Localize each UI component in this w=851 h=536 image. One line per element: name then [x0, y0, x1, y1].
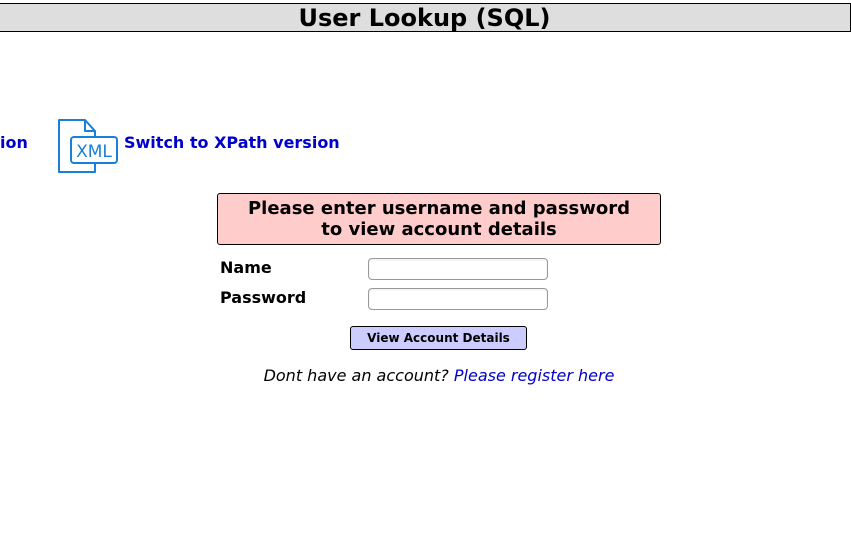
view-account-details-button[interactable]: View Account Details: [350, 326, 527, 350]
register-link[interactable]: Please register here: [454, 366, 615, 385]
password-label: Password: [220, 288, 307, 307]
instruction-line-1: Please enter username and password: [247, 198, 631, 219]
name-input[interactable]: [368, 258, 548, 280]
instruction-message: Please enter username and password to vi…: [217, 193, 661, 245]
password-input[interactable]: [368, 288, 548, 310]
instruction-line-2: to view account details: [321, 219, 557, 240]
switch-to-xpath-link[interactable]: Switch to XPath version: [124, 133, 340, 152]
name-label: Name: [220, 258, 272, 277]
register-prompt-line: Dont have an account? Please register he…: [0, 366, 851, 385]
switch-version-link-partial[interactable]: ion: [0, 133, 28, 152]
xml-icon-label: XML: [76, 142, 112, 162]
page-title-bar: User Lookup (SQL): [0, 3, 851, 32]
register-prompt-text: Dont have an account?: [263, 366, 449, 385]
xml-file-icon[interactable]: XML: [57, 118, 119, 174]
page-title: User Lookup (SQL): [298, 4, 551, 32]
